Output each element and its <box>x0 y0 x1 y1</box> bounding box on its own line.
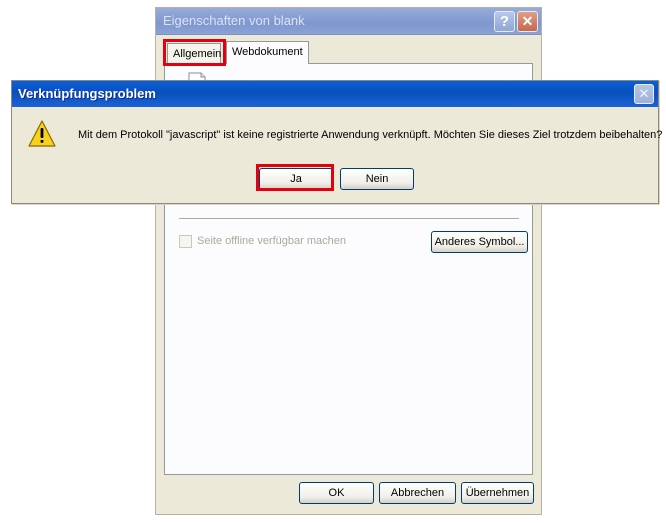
help-button[interactable]: ? <box>494 11 515 32</box>
ok-button[interactable]: OK <box>299 482 374 504</box>
cancel-button[interactable]: Abbrechen <box>379 482 456 504</box>
dialog-message: Mit dem Protokoll "javascript" ist keine… <box>78 129 663 141</box>
tab-webdokument[interactable]: Webdokument <box>226 41 309 64</box>
dialog-title: Verknüpfungsproblem <box>18 86 156 101</box>
properties-close-button[interactable]: ✕ <box>517 11 538 32</box>
apply-button[interactable]: Übernehmen <box>461 482 534 504</box>
properties-titlebar[interactable]: Eigenschaften von blank ? ✕ <box>156 8 541 35</box>
change-icon-button[interactable]: Anderes Symbol... <box>431 231 528 253</box>
dialog-close-button[interactable]: ✕ <box>634 84 654 104</box>
separator-line <box>179 218 519 220</box>
highlight-yes-button <box>256 164 334 191</box>
link-problem-dialog: Verknüpfungsproblem ✕ Mit dem Protokoll … <box>11 80 663 204</box>
no-button[interactable]: Nein <box>340 168 414 190</box>
offline-checkbox-label: Seite offline verfügbar machen <box>197 235 346 247</box>
tab-webdokument-label: Webdokument <box>232 46 303 58</box>
warning-icon <box>28 120 56 147</box>
highlight-tab-allgemein <box>163 39 226 66</box>
offline-checkbox[interactable] <box>179 235 192 248</box>
properties-title: Eigenschaften von blank <box>163 13 305 28</box>
dialog-titlebar[interactable]: Verknüpfungsproblem ✕ <box>12 81 658 107</box>
